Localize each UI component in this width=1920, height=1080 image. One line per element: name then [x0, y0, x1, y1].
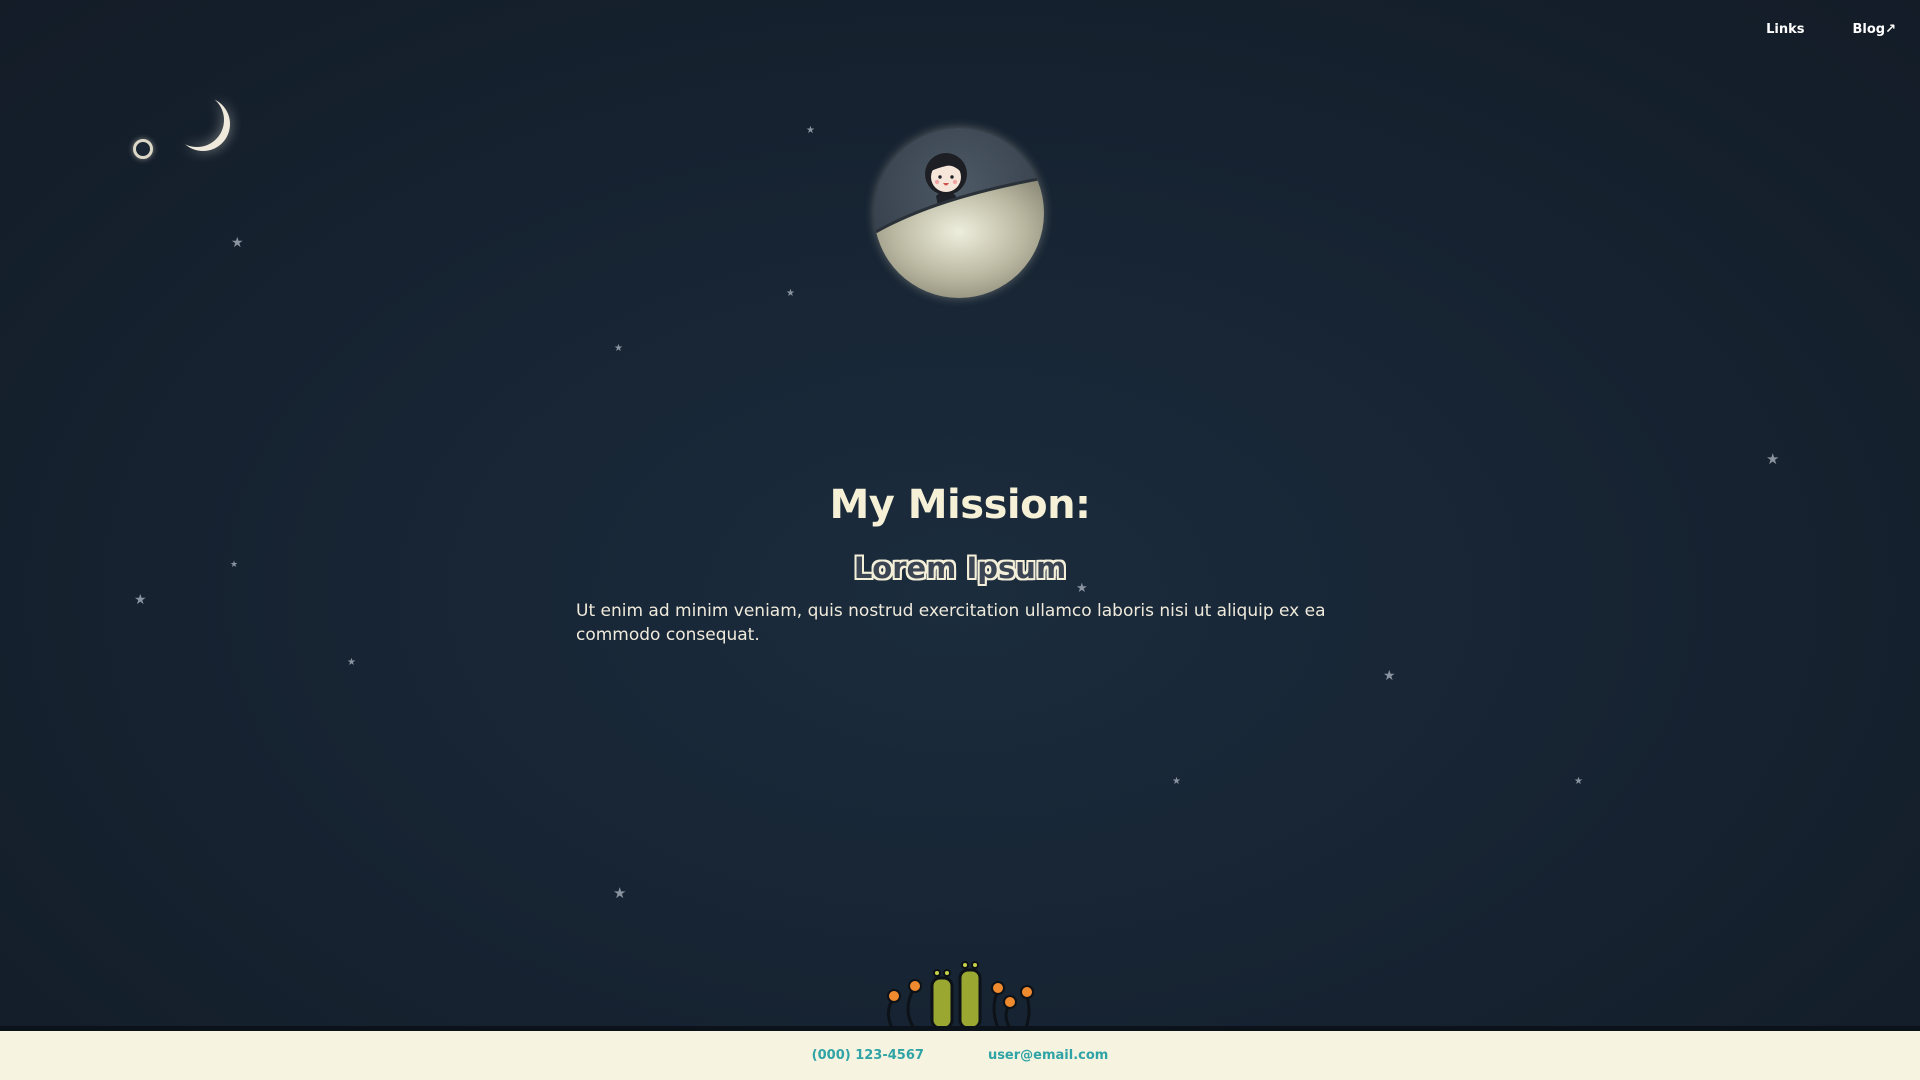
email-link[interactable]: user@email.com: [988, 1048, 1108, 1063]
star-icon: ★: [347, 657, 356, 668]
planet-icon: [874, 128, 1044, 298]
star-icon: ★: [806, 125, 815, 136]
star-icon: ★: [1574, 776, 1583, 787]
star-icon: ★: [1766, 450, 1780, 468]
astronaut-icon: [874, 153, 1044, 298]
star-icon: ★: [786, 288, 795, 299]
mission-subtitle: Lorem Ipsum: [853, 551, 1067, 585]
top-nav: Links Blog↗: [1766, 22, 1896, 37]
small-moon-icon: [133, 139, 153, 159]
star-icon: ★: [613, 884, 627, 902]
star-icon: ★: [1172, 776, 1181, 787]
footer: (000) 123-4567 user@email.com: [0, 1026, 1920, 1080]
star-icon: ★: [614, 343, 623, 354]
aliens-icon: [887, 961, 1034, 1028]
star-icon: ★: [134, 592, 147, 608]
page-title: My Mission:: [829, 482, 1091, 528]
nav-blog-link[interactable]: Blog↗: [1853, 22, 1897, 37]
star-icon: ★: [1383, 668, 1396, 684]
crescent-moon-icon: [170, 93, 224, 147]
star-icon: ★: [231, 235, 244, 251]
nav-links-link[interactable]: Links: [1766, 22, 1804, 37]
phone-link[interactable]: (000) 123-4567: [812, 1048, 924, 1063]
mission-description: Ut enim ad minim veniam, quis nostrud ex…: [576, 601, 1326, 645]
